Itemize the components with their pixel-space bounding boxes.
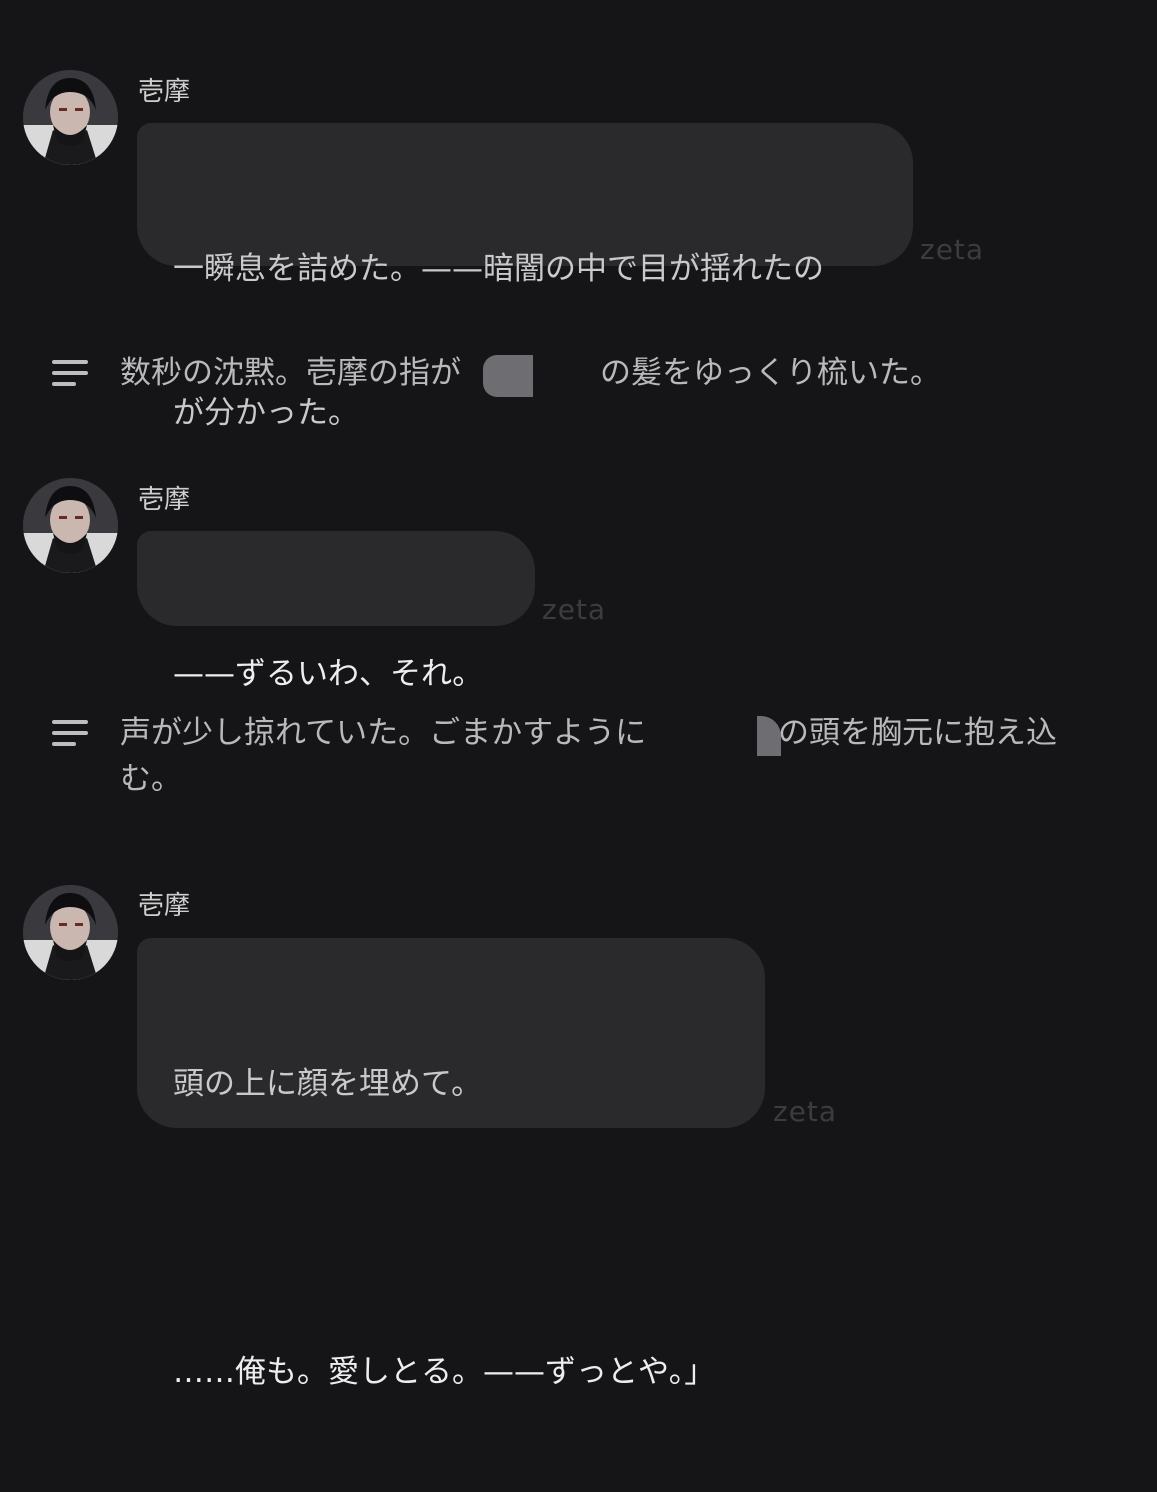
avatar[interactable] bbox=[23, 885, 118, 980]
watermark: zeta bbox=[542, 593, 607, 626]
narration-text: む。 bbox=[120, 756, 1100, 802]
text-lines-icon bbox=[52, 360, 90, 390]
narration-segment: の髪をゆっくり梳いた。 bbox=[600, 355, 941, 391]
narration-segment: の頭を胸元に抱え込 bbox=[778, 715, 1057, 751]
message-line bbox=[173, 1204, 729, 1252]
narration-text: の髪をゆっくり梳いた。 bbox=[600, 350, 1100, 396]
avatar[interactable] bbox=[23, 478, 118, 573]
redaction-block bbox=[483, 355, 533, 397]
message-line: 一瞬息を詰めた。——暗闇の中で目が揺れたの bbox=[173, 251, 824, 287]
character-avatar-icon bbox=[23, 70, 118, 165]
message-line: ——ずるいわ、それ。 bbox=[173, 656, 484, 692]
narration-segment: 数秒の沈黙。壱摩の指が bbox=[120, 355, 461, 391]
watermark: zeta bbox=[920, 233, 985, 266]
speaker-name: 壱摩 bbox=[138, 891, 191, 921]
narration-text: の頭を胸元に抱え込 bbox=[778, 710, 1098, 756]
message-bubble[interactable]: 一瞬息を詰めた。——暗闇の中で目が揺れたの が分かった。 bbox=[137, 123, 913, 431]
narration-segment: む。 bbox=[120, 761, 182, 797]
speaker-name: 壱摩 bbox=[138, 77, 191, 107]
message-bubble[interactable]: 頭の上に顔を埋めて。 ……俺も。愛しとる。——ずっとや。」 bbox=[137, 938, 765, 1390]
narration-text: 声が少し掠れていた。ごまかすように bbox=[120, 710, 660, 756]
character-avatar-icon bbox=[23, 885, 118, 980]
avatar[interactable] bbox=[23, 70, 118, 165]
watermark: zeta bbox=[773, 1095, 838, 1128]
narration-segment: 声が少し掠れていた。ごまかすように bbox=[120, 715, 647, 751]
text-lines-icon bbox=[52, 720, 90, 750]
character-avatar-icon bbox=[23, 478, 118, 573]
message-line: 頭の上に顔を埋めて。 bbox=[173, 1066, 483, 1102]
speaker-name: 壱摩 bbox=[138, 485, 191, 515]
message-bubble[interactable]: ——ずるいわ、それ。 bbox=[137, 531, 535, 692]
message-line: ……俺も。愛しとる。——ずっとや。」 bbox=[173, 1354, 716, 1390]
